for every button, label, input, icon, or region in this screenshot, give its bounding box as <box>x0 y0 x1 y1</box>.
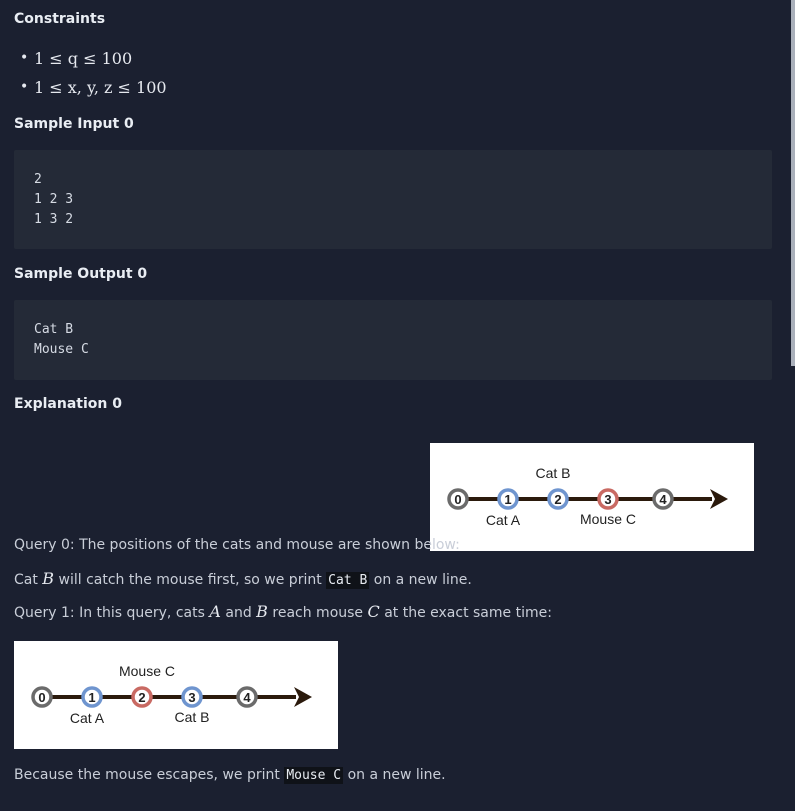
math-var: B <box>256 602 268 621</box>
node-2: 2 <box>547 488 569 510</box>
explanation-heading: Explanation 0 <box>14 396 122 412</box>
svg-text:4: 4 <box>243 690 251 705</box>
text-span: will catch the mouse first, so we print <box>58 572 322 588</box>
inline-code: Cat B <box>326 572 370 589</box>
query0-result: Cat B will catch the mouse first, so we … <box>14 569 472 589</box>
text-span: reach mouse <box>272 605 364 621</box>
label-cat-b: Cat B <box>174 709 209 725</box>
label-cat-b: Cat B <box>535 465 570 481</box>
problem-statement: Constraints • 1 ≤ q ≤ 100 • 1 ≤ x, y, z … <box>0 0 795 811</box>
label-cat-a: Cat A <box>486 512 521 528</box>
inline-code: Mouse C <box>284 767 344 784</box>
scrollbar-thumb[interactable] <box>791 0 795 366</box>
sample-output-heading: Sample Output 0 <box>14 266 148 282</box>
constraint-text: 1 ≤ q ≤ 100 <box>34 49 133 68</box>
text-span: and <box>225 605 252 621</box>
constraints-list: • 1 ≤ q ≤ 100 • 1 ≤ x, y, z ≤ 100 <box>20 44 167 102</box>
node-4: 4 <box>236 686 258 708</box>
svg-text:3: 3 <box>188 690 195 705</box>
node-3: 3 <box>181 686 203 708</box>
math-var: A <box>209 602 221 621</box>
query1-diagram: 0 1 2 3 4 Mouse C Cat A Cat B <box>14 641 338 749</box>
arrow-head-icon <box>294 687 312 707</box>
math-var: B <box>42 569 55 588</box>
text-span: Cat <box>14 572 38 588</box>
query0-diagram: 0 1 2 3 4 Cat B Cat A Mouse C <box>430 443 754 551</box>
svg-text:0: 0 <box>38 690 45 705</box>
arrow-head-icon <box>710 489 728 509</box>
number-line-diagram: 0 1 2 3 4 Cat B Cat A Mouse C <box>447 465 728 528</box>
text-span: at the exact same time: <box>384 605 552 621</box>
query1-description: Query 1: In this query, cats A and B rea… <box>14 602 552 621</box>
svg-text:2: 2 <box>138 690 145 705</box>
sample-output-code[interactable]: Cat B Mouse C <box>14 300 772 380</box>
final-result: Because the mouse escapes, we print Mous… <box>14 767 446 784</box>
node-0: 0 <box>31 686 53 708</box>
node-4: 4 <box>652 488 674 510</box>
node-1: 1 <box>81 686 103 708</box>
svg-text:2: 2 <box>554 492 561 507</box>
node-2: 2 <box>131 686 153 708</box>
label-mouse-c: Mouse C <box>580 511 636 527</box>
math-var: C <box>367 602 380 621</box>
bullet-icon: • <box>20 79 29 95</box>
svg-text:1: 1 <box>88 690 95 705</box>
svg-text:0: 0 <box>454 492 461 507</box>
constraint-item: • 1 ≤ q ≤ 100 <box>20 44 167 73</box>
svg-text:1: 1 <box>504 492 511 507</box>
node-3: 3 <box>597 488 619 510</box>
number-line-diagram: 0 1 2 3 4 Mouse C Cat A Cat B <box>31 663 312 726</box>
bullet-icon: • <box>20 50 29 66</box>
svg-text:3: 3 <box>604 492 611 507</box>
query0-description: Query 0: The positions of the cats and m… <box>14 537 460 553</box>
constraints-heading: Constraints <box>14 11 106 27</box>
node-1: 1 <box>497 488 519 510</box>
text-span: Query 1: In this query, cats <box>14 605 205 621</box>
text-span: Because the mouse escapes, we print <box>14 767 280 783</box>
sample-input-heading: Sample Input 0 <box>14 116 134 132</box>
label-mouse-c: Mouse C <box>119 663 175 679</box>
constraint-item: • 1 ≤ x, y, z ≤ 100 <box>20 73 167 102</box>
text-span: on a new line. <box>373 572 472 588</box>
node-0: 0 <box>447 488 469 510</box>
label-cat-a: Cat A <box>70 710 105 726</box>
text-span: on a new line. <box>347 767 446 783</box>
constraint-text: 1 ≤ x, y, z ≤ 100 <box>34 78 167 97</box>
sample-input-code[interactable]: 2 1 2 3 1 3 2 <box>14 150 772 249</box>
svg-text:4: 4 <box>659 492 667 507</box>
